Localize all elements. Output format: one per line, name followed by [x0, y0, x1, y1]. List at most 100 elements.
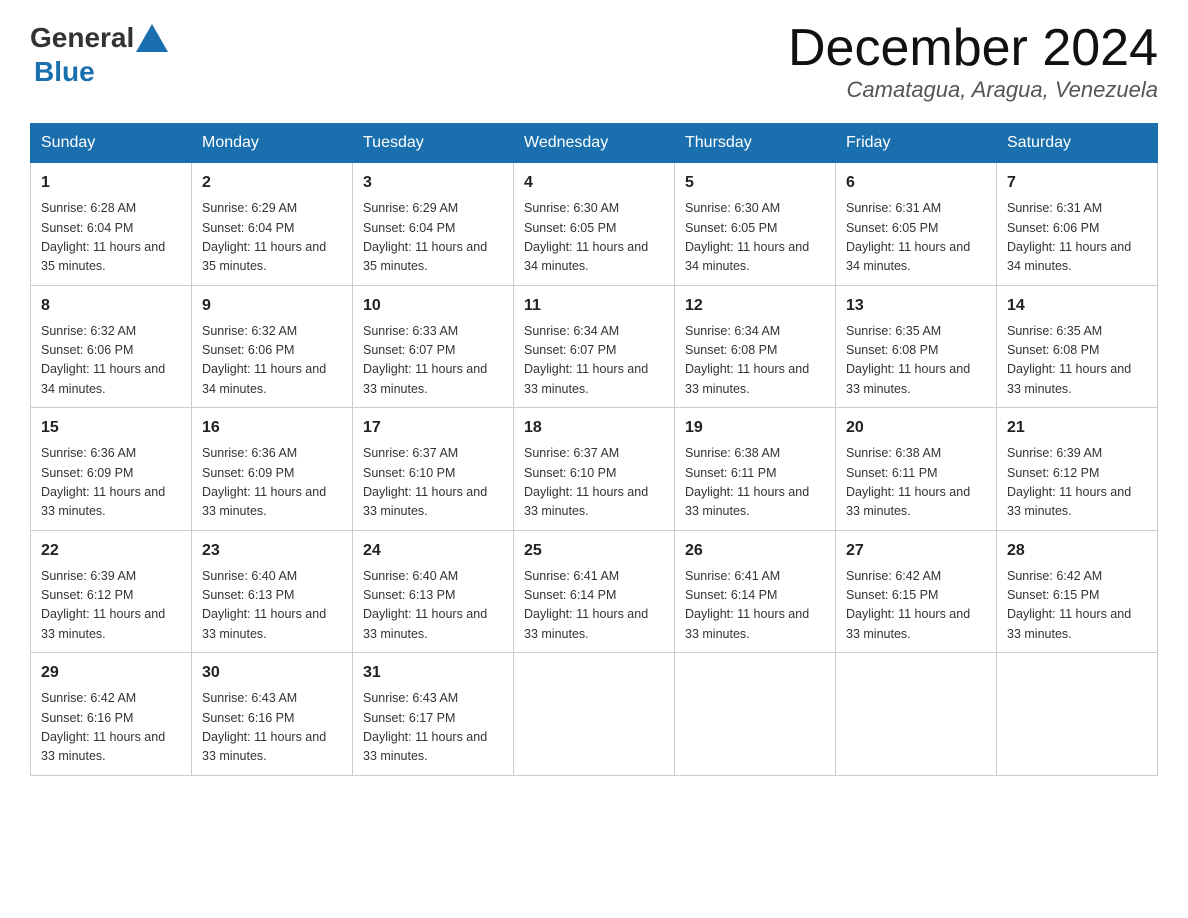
table-row: 5 Sunrise: 6:30 AMSunset: 6:05 PMDaylight…	[675, 163, 836, 286]
calendar-week-row: 22 Sunrise: 6:39 AMSunset: 6:12 PMDayligh…	[31, 530, 1158, 653]
logo-blue-text: Blue	[34, 56, 95, 87]
day-info: Sunrise: 6:38 AMSunset: 6:11 PMDaylight:…	[846, 444, 986, 522]
logo-triangle-icon	[134, 20, 170, 56]
day-number: 25	[524, 539, 664, 563]
day-number: 19	[685, 416, 825, 440]
day-info: Sunrise: 6:31 AMSunset: 6:05 PMDaylight:…	[846, 199, 986, 277]
day-info: Sunrise: 6:29 AMSunset: 6:04 PMDaylight:…	[202, 199, 342, 277]
day-number: 24	[363, 539, 503, 563]
day-number: 17	[363, 416, 503, 440]
day-info: Sunrise: 6:34 AMSunset: 6:08 PMDaylight:…	[685, 322, 825, 400]
table-row: 22 Sunrise: 6:39 AMSunset: 6:12 PMDayligh…	[31, 530, 192, 653]
day-number: 22	[41, 539, 181, 563]
table-row: 12 Sunrise: 6:34 AMSunset: 6:08 PMDayligh…	[675, 285, 836, 408]
calendar-week-row: 29Sunrise: 6:42 AMSunset: 6:16 PMDayligh…	[31, 653, 1158, 776]
table-row: 6 Sunrise: 6:31 AMSunset: 6:05 PMDaylight…	[836, 163, 997, 286]
day-info: Sunrise: 6:37 AMSunset: 6:10 PMDaylight:…	[363, 444, 503, 522]
table-row: 11Sunrise: 6:34 AMSunset: 6:07 PMDayligh…	[514, 285, 675, 408]
day-number: 18	[524, 416, 664, 440]
day-number: 1	[41, 171, 181, 195]
table-row: 30 Sunrise: 6:43 AMSunset: 6:16 PMDayligh…	[192, 653, 353, 776]
day-number: 26	[685, 539, 825, 563]
table-row: 8Sunrise: 6:32 AMSunset: 6:06 PMDaylight…	[31, 285, 192, 408]
table-row: 9Sunrise: 6:32 AMSunset: 6:06 PMDaylight…	[192, 285, 353, 408]
col-friday: Friday	[836, 124, 997, 163]
calendar-week-row: 8Sunrise: 6:32 AMSunset: 6:06 PMDaylight…	[31, 285, 1158, 408]
day-info: Sunrise: 6:43 AMSunset: 6:17 PMDaylight:…	[363, 689, 503, 767]
day-number: 3	[363, 171, 503, 195]
day-info: Sunrise: 6:32 AMSunset: 6:06 PMDaylight:…	[202, 322, 342, 400]
day-number: 28	[1007, 539, 1147, 563]
day-info: Sunrise: 6:32 AMSunset: 6:06 PMDaylight:…	[41, 322, 181, 400]
table-row: 13 Sunrise: 6:35 AMSunset: 6:08 PMDayligh…	[836, 285, 997, 408]
day-info: Sunrise: 6:39 AMSunset: 6:12 PMDaylight:…	[1007, 444, 1147, 522]
table-row: 10Sunrise: 6:33 AMSunset: 6:07 PMDayligh…	[353, 285, 514, 408]
col-monday: Monday	[192, 124, 353, 163]
day-number: 27	[846, 539, 986, 563]
table-row: 29Sunrise: 6:42 AMSunset: 6:16 PMDayligh…	[31, 653, 192, 776]
table-row: 2 Sunrise: 6:29 AMSunset: 6:04 PMDaylight…	[192, 163, 353, 286]
table-row: 23Sunrise: 6:40 AMSunset: 6:13 PMDayligh…	[192, 530, 353, 653]
table-row: 15 Sunrise: 6:36 AMSunset: 6:09 PMDayligh…	[31, 408, 192, 531]
day-number: 12	[685, 294, 825, 318]
day-info: Sunrise: 6:42 AMSunset: 6:15 PMDaylight:…	[846, 567, 986, 645]
col-thursday: Thursday	[675, 124, 836, 163]
table-row: 25Sunrise: 6:41 AMSunset: 6:14 PMDayligh…	[514, 530, 675, 653]
table-row: 3 Sunrise: 6:29 AMSunset: 6:04 PMDaylight…	[353, 163, 514, 286]
day-number: 20	[846, 416, 986, 440]
day-number: 2	[202, 171, 342, 195]
day-number: 14	[1007, 294, 1147, 318]
calendar-week-row: 15 Sunrise: 6:36 AMSunset: 6:09 PMDayligh…	[31, 408, 1158, 531]
day-info: Sunrise: 6:42 AMSunset: 6:16 PMDaylight:…	[41, 689, 181, 767]
table-row	[514, 653, 675, 776]
day-number: 15	[41, 416, 181, 440]
title-section: December 2024 Camatagua, Aragua, Venezue…	[788, 20, 1158, 103]
table-row: 4 Sunrise: 6:30 AMSunset: 6:05 PMDaylight…	[514, 163, 675, 286]
month-title: December 2024	[788, 20, 1158, 77]
day-number: 6	[846, 171, 986, 195]
col-tuesday: Tuesday	[353, 124, 514, 163]
day-info: Sunrise: 6:30 AMSunset: 6:05 PMDaylight:…	[685, 199, 825, 277]
day-number: 23	[202, 539, 342, 563]
day-info: Sunrise: 6:42 AMSunset: 6:15 PMDaylight:…	[1007, 567, 1147, 645]
day-number: 4	[524, 171, 664, 195]
day-info: Sunrise: 6:29 AMSunset: 6:04 PMDaylight:…	[363, 199, 503, 277]
table-row: 16 Sunrise: 6:36 AMSunset: 6:09 PMDayligh…	[192, 408, 353, 531]
day-info: Sunrise: 6:30 AMSunset: 6:05 PMDaylight:…	[524, 199, 664, 277]
page-header: General Blue December 2024 Camatagua, Ar…	[30, 20, 1158, 103]
table-row	[675, 653, 836, 776]
table-row: 21Sunrise: 6:39 AMSunset: 6:12 PMDayligh…	[997, 408, 1158, 531]
table-row: 17 Sunrise: 6:37 AMSunset: 6:10 PMDayligh…	[353, 408, 514, 531]
table-row: 24 Sunrise: 6:40 AMSunset: 6:13 PMDayligh…	[353, 530, 514, 653]
day-info: Sunrise: 6:36 AMSunset: 6:09 PMDaylight:…	[41, 444, 181, 522]
day-number: 30	[202, 661, 342, 685]
day-info: Sunrise: 6:40 AMSunset: 6:13 PMDaylight:…	[363, 567, 503, 645]
day-info: Sunrise: 6:43 AMSunset: 6:16 PMDaylight:…	[202, 689, 342, 767]
table-row: 1 Sunrise: 6:28 AMSunset: 6:04 PMDaylight…	[31, 163, 192, 286]
col-sunday: Sunday	[31, 124, 192, 163]
day-info: Sunrise: 6:31 AMSunset: 6:06 PMDaylight:…	[1007, 199, 1147, 277]
table-row: 18Sunrise: 6:37 AMSunset: 6:10 PMDayligh…	[514, 408, 675, 531]
day-number: 5	[685, 171, 825, 195]
day-info: Sunrise: 6:35 AMSunset: 6:08 PMDaylight:…	[1007, 322, 1147, 400]
day-number: 16	[202, 416, 342, 440]
day-info: Sunrise: 6:36 AMSunset: 6:09 PMDaylight:…	[202, 444, 342, 522]
table-row: 7Sunrise: 6:31 AMSunset: 6:06 PMDaylight…	[997, 163, 1158, 286]
logo-general-text: General	[30, 22, 134, 54]
table-row	[836, 653, 997, 776]
table-row: 26 Sunrise: 6:41 AMSunset: 6:14 PMDayligh…	[675, 530, 836, 653]
day-info: Sunrise: 6:35 AMSunset: 6:08 PMDaylight:…	[846, 322, 986, 400]
calendar-header-row: Sunday Monday Tuesday Wednesday Thursday…	[31, 124, 1158, 163]
day-info: Sunrise: 6:39 AMSunset: 6:12 PMDaylight:…	[41, 567, 181, 645]
calendar-week-row: 1 Sunrise: 6:28 AMSunset: 6:04 PMDaylight…	[31, 163, 1158, 286]
logo: General Blue	[30, 20, 170, 88]
day-number: 13	[846, 294, 986, 318]
day-info: Sunrise: 6:34 AMSunset: 6:07 PMDaylight:…	[524, 322, 664, 400]
day-info: Sunrise: 6:38 AMSunset: 6:11 PMDaylight:…	[685, 444, 825, 522]
day-info: Sunrise: 6:41 AMSunset: 6:14 PMDaylight:…	[685, 567, 825, 645]
calendar-table: Sunday Monday Tuesday Wednesday Thursday…	[30, 123, 1158, 776]
location-subtitle: Camatagua, Aragua, Venezuela	[788, 77, 1158, 103]
table-row: 20 Sunrise: 6:38 AMSunset: 6:11 PMDayligh…	[836, 408, 997, 531]
table-row: 28 Sunrise: 6:42 AMSunset: 6:15 PMDayligh…	[997, 530, 1158, 653]
day-info: Sunrise: 6:28 AMSunset: 6:04 PMDaylight:…	[41, 199, 181, 277]
